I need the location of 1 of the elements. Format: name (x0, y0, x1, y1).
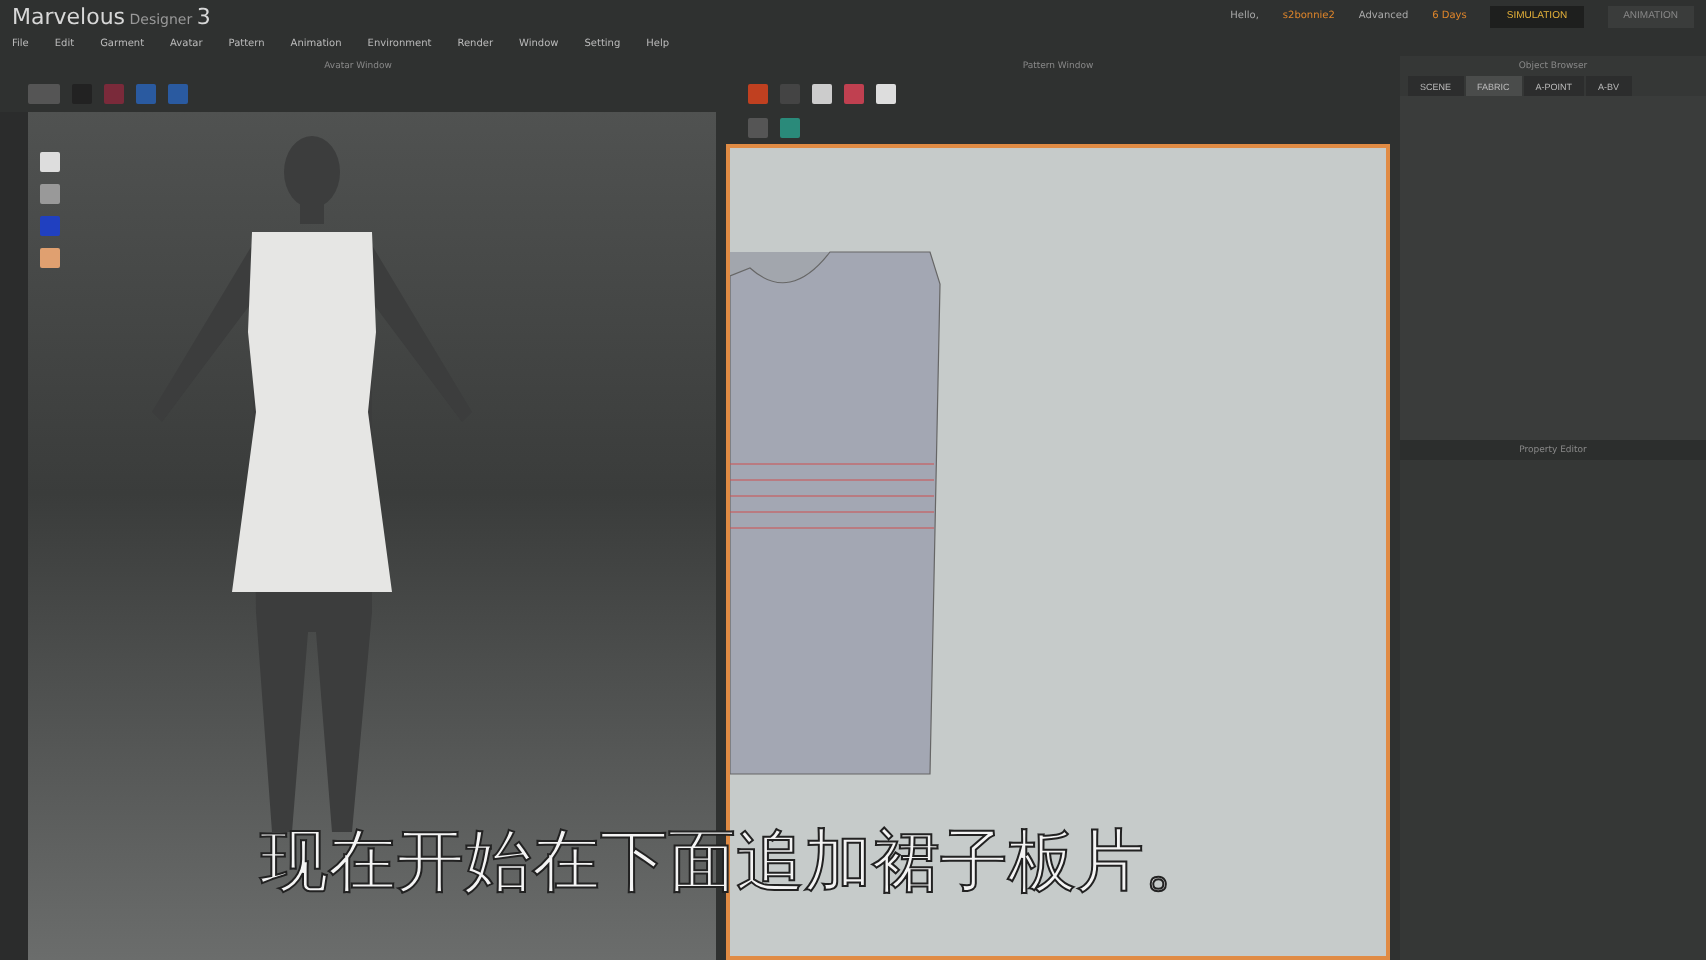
toolbar-icon[interactable] (28, 84, 60, 104)
